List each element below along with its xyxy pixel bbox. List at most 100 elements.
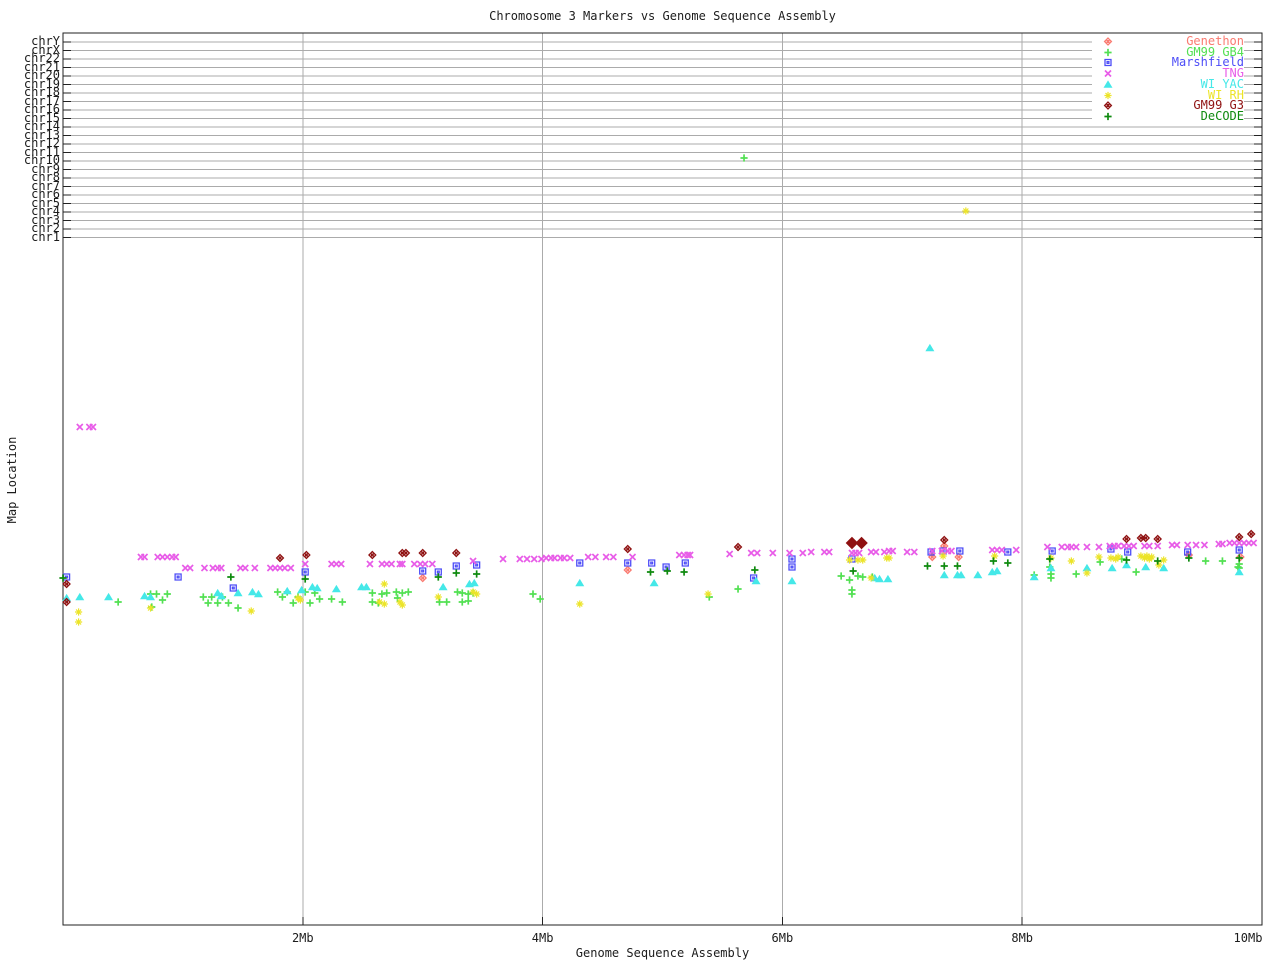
data-point-tng (566, 554, 574, 562)
data-point-gm99-gb4 (458, 589, 466, 597)
data-point-tng (387, 560, 396, 568)
data-point-gm99-gb4 (845, 576, 854, 584)
data-point-decode (1004, 559, 1012, 567)
data-point-gm99-g3 (1246, 529, 1256, 539)
data-point-tng (186, 564, 194, 572)
legend-item: DeCODE (1092, 110, 1244, 122)
data-point-gm99-gb4 (315, 595, 324, 603)
data-point-tng (1145, 542, 1153, 550)
data-point-wi-rh (576, 600, 584, 608)
data-point-gm99-gb4 (158, 596, 167, 604)
legend-symbol-icon (1104, 69, 1112, 78)
data-point-wi-rh (146, 604, 155, 612)
data-point-tng (584, 553, 592, 561)
data-point-tng (628, 553, 637, 561)
data-point-tng (428, 560, 436, 568)
data-point-tng (1043, 543, 1051, 551)
x-tick-label: 8Mb (1011, 931, 1034, 945)
data-point-marshfield (624, 559, 632, 567)
data-point-tng (910, 548, 918, 556)
data-point-tng (1200, 541, 1209, 549)
data-point-wi-yac (247, 587, 257, 596)
data-point-gm99-gb4 (392, 588, 400, 596)
data-point-tng (872, 548, 880, 556)
legend-symbol-icon (1103, 101, 1113, 111)
data-point-decode (953, 562, 962, 570)
data-point-tng (1173, 541, 1181, 549)
data-point-tng (1058, 543, 1066, 551)
data-point-wi-rh (1095, 553, 1103, 561)
data-point-tng (1012, 546, 1020, 554)
data-point-tng (172, 553, 180, 561)
data-point-gm99-gb4 (274, 588, 282, 596)
data-point-marshfield (648, 559, 656, 567)
data-point-marshfield (788, 555, 796, 563)
data-point-tng (903, 548, 911, 556)
data-point-gm99-gb4 (338, 598, 346, 606)
data-point-tng (523, 555, 531, 563)
data-point-gm99-g3 (1136, 533, 1146, 543)
legend-symbol-icon (1104, 59, 1112, 67)
data-point-tng (602, 553, 610, 561)
data-point-wi-yac (469, 578, 479, 587)
data-point-gm99-g3 (1141, 533, 1151, 543)
data-point-wi-yac (75, 592, 85, 601)
data-point-marshfield (681, 559, 689, 567)
data-point-tng (1130, 542, 1138, 550)
data-point-tng (140, 553, 149, 561)
legend-symbol-icon (1103, 80, 1113, 88)
data-point-gm99-gb4 (435, 598, 444, 606)
x-tick-label: 6Mb (771, 931, 794, 945)
data-point-gm99-gb4 (1047, 574, 1055, 582)
data-point-wi-yac (575, 578, 585, 587)
data-point-gm99-g3 (451, 548, 461, 558)
data-point-gm99-gb4 (529, 590, 537, 598)
x-tick-label: 2Mb (291, 931, 314, 945)
data-point-tng (251, 564, 259, 572)
legend-symbol-icon (1104, 112, 1112, 120)
data-point-gm99-g3 (1122, 534, 1131, 544)
data-point-tng (855, 549, 863, 557)
data-point-tng (550, 554, 559, 562)
data-point-gm99-g3 (1153, 534, 1163, 544)
data-point-gm99-gb4 (383, 589, 391, 597)
data-point-tng (1072, 543, 1080, 551)
data-point-gm99-gb4 (443, 598, 451, 606)
data-point-tng (799, 549, 807, 557)
data-point-wi-yac (883, 574, 893, 583)
data-point-gm99-gb4 (234, 604, 242, 612)
data-point-marshfield (452, 562, 460, 570)
data-point-gm99-gb4 (278, 593, 287, 601)
data-point-wi-yac (973, 570, 983, 579)
data-point-marshfield (62, 573, 71, 581)
data-point-gm99-gb4 (1132, 568, 1140, 576)
data-point-wi-yac (939, 570, 949, 579)
data-point-gm99-g3 (1234, 532, 1244, 542)
data-point-gm99-gb4 (398, 589, 406, 597)
data-point-wi-yac (1234, 567, 1244, 576)
data-point-tng (89, 423, 97, 431)
data-point-wi-rh (74, 608, 83, 616)
chromosome-label: chr1 (31, 229, 60, 244)
data-point-wi-yac (1159, 563, 1169, 572)
data-point-gm99-gb4 (1218, 557, 1227, 565)
data-point-tng (753, 549, 761, 557)
data-point-tng (726, 550, 734, 558)
data-point-marshfield (576, 559, 584, 567)
data-point-genethon (1236, 552, 1245, 562)
legend-symbol-icon (1104, 48, 1112, 56)
data-point-decode (989, 557, 998, 565)
data-point-tng (1218, 540, 1227, 548)
data-point-wi-rh (1067, 557, 1075, 565)
data-point-tng (1083, 543, 1091, 551)
data-point-gm99-gb4 (163, 590, 171, 598)
data-point-gm99-gb4 (368, 589, 376, 597)
data-point-gm99-g3 (623, 544, 633, 554)
data-point-wi-rh (434, 593, 442, 601)
data-point-gm99-gb4 (224, 599, 233, 607)
data-point-wi-yac (1107, 563, 1117, 572)
x-tick-label: 4Mb (531, 931, 554, 945)
data-point-gm99-gb4 (1202, 557, 1210, 565)
data-point-marshfield (662, 563, 670, 571)
data-point-wi-rh (380, 580, 388, 588)
